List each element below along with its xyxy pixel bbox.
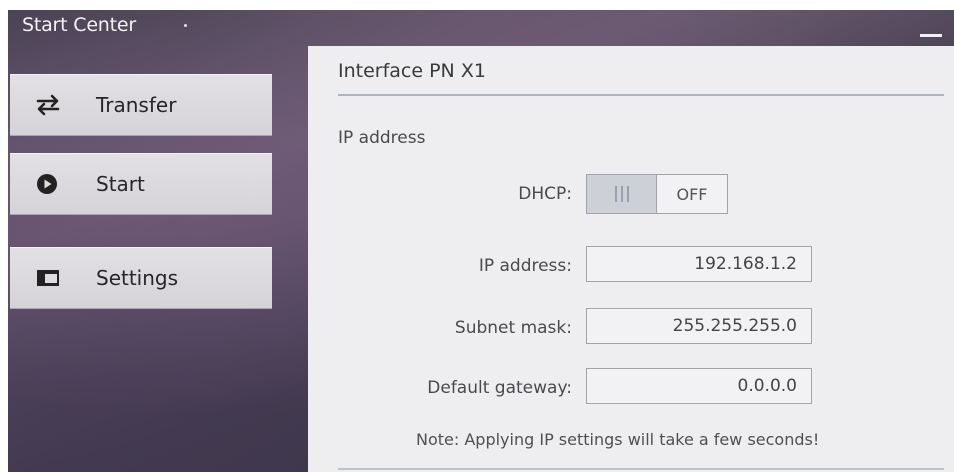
dhcp-state-text: OFF xyxy=(676,184,708,204)
subnet-mask-label: Subnet mask: xyxy=(454,318,572,338)
transfer-button-label: Transfer xyxy=(96,93,177,117)
settings-button-label: Settings xyxy=(96,266,179,290)
window-title: Start Center xyxy=(22,14,137,36)
toggle-knob-grip-icon xyxy=(587,175,657,213)
play-circle-icon xyxy=(36,173,86,195)
default-gateway-field[interactable]: 0.0.0.0 xyxy=(586,368,812,404)
default-gateway-label: Default gateway: xyxy=(427,378,572,398)
transfer-arrows-icon xyxy=(36,94,86,116)
dhcp-label: DHCP: xyxy=(518,184,572,204)
dhcp-toggle[interactable]: OFF xyxy=(586,174,728,214)
start-button[interactable]: Start xyxy=(10,153,272,215)
settings-button[interactable]: Settings xyxy=(10,247,272,309)
ip-address-field[interactable]: 192.168.1.2 xyxy=(586,246,812,282)
bottom-divider xyxy=(338,468,944,470)
ip-address-label: IP address: xyxy=(478,256,572,276)
interface-settings-panel: Interface PN X1 IP address DHCP: OFF IP … xyxy=(308,46,954,472)
subnet-mask-field[interactable]: 255.255.255.0 xyxy=(586,308,812,344)
panel-title: Interface PN X1 xyxy=(338,60,486,82)
ip-settings-note: Note: Applying IP settings will take a f… xyxy=(416,430,820,449)
hmi-screen: Start Center Transfer Start Settings Int… xyxy=(8,10,954,472)
minimize-icon[interactable] xyxy=(920,34,942,37)
start-button-label: Start xyxy=(96,172,145,196)
section-title: IP address xyxy=(338,128,426,148)
title-divider xyxy=(338,94,944,96)
title-indicator-dot xyxy=(184,24,187,27)
settings-panel-icon xyxy=(36,269,86,287)
transfer-button[interactable]: Transfer xyxy=(10,74,272,136)
